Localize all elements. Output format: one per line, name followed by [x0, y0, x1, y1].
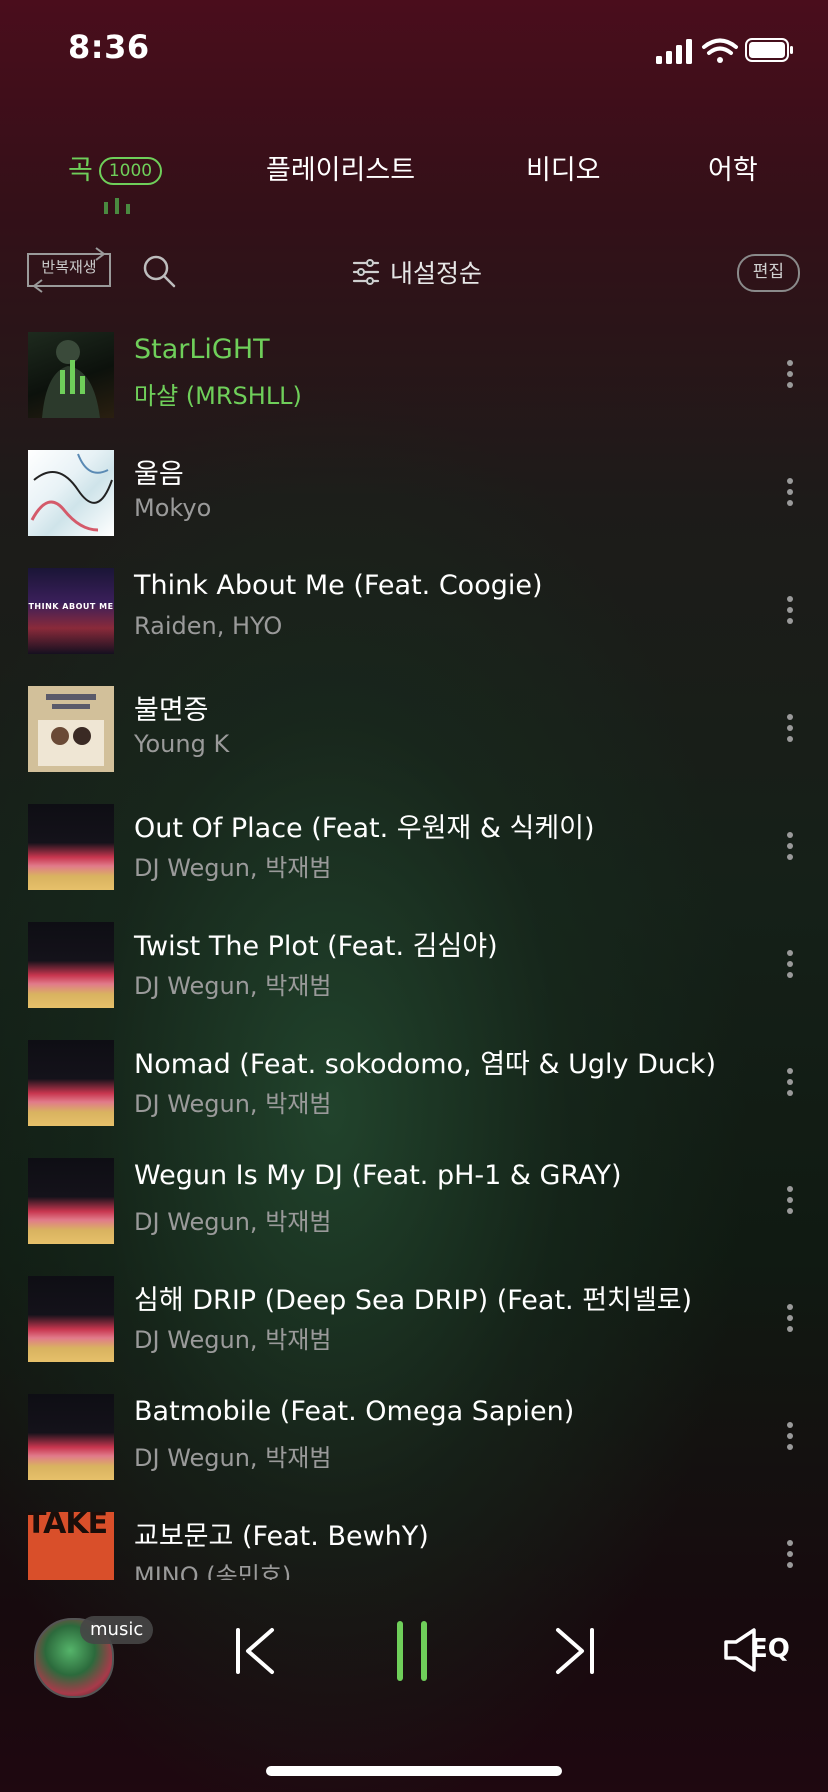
- more-options-icon[interactable]: [780, 596, 800, 632]
- song-artist: DJ Wegun, 박재범: [134, 1326, 332, 1354]
- song-list: StarLiGHT 마샬 (MRSHLL) 울음 Mokyo THINK ABO…: [0, 330, 828, 1580]
- cover-text: TAKE: [28, 1512, 108, 1541]
- song-title: 불면증: [134, 695, 209, 726]
- battery-icon: [745, 38, 793, 62]
- more-options-icon[interactable]: [780, 832, 800, 868]
- song-artist: Young K: [134, 730, 230, 758]
- song-row[interactable]: 불면증 Young K: [0, 684, 828, 802]
- equalizer-indicator-icon: [104, 198, 130, 214]
- album-cover: [28, 332, 114, 418]
- song-row[interactable]: 심해 DRIP (Deep Sea DRIP) (Feat. 펀치넬로) DJ …: [0, 1274, 828, 1392]
- mini-player: music EQ: [0, 1590, 828, 1710]
- cellular-signal-icon: [656, 39, 692, 64]
- song-artist: MINO (송민호): [134, 1562, 292, 1580]
- wifi-icon: [702, 38, 738, 63]
- song-artist: Raiden, HYO: [134, 612, 283, 640]
- song-row[interactable]: Out Of Place (Feat. 우원재 & 식케이) DJ Wegun,…: [0, 802, 828, 920]
- song-title: StarLiGHT: [134, 334, 270, 365]
- equalizer-button[interactable]: EQ: [722, 1626, 796, 1676]
- edit-button[interactable]: 편집: [736, 254, 800, 292]
- cover-text: THINK ABOUT ME: [28, 602, 114, 611]
- song-row[interactable]: THINK ABOUT ME Think About Me (Feat. Coo…: [0, 566, 828, 684]
- eq-label: EQ: [750, 1634, 790, 1664]
- song-title: Out Of Place (Feat. 우원재 & 식케이): [134, 813, 595, 844]
- song-title: 울음: [134, 459, 184, 490]
- more-options-icon[interactable]: [780, 360, 800, 396]
- now-playing-equalizer-icon: [42, 340, 100, 418]
- album-cover: [28, 922, 114, 1008]
- more-options-icon[interactable]: [780, 714, 800, 750]
- home-indicator[interactable]: [266, 1766, 562, 1776]
- music-badge: music: [80, 1616, 154, 1644]
- song-row[interactable]: Wegun Is My DJ (Feat. pH-1 & GRAY) DJ We…: [0, 1156, 828, 1274]
- album-cover: [28, 450, 114, 536]
- song-row[interactable]: TAKE 교보문고 (Feat. BewhY) MINO (송민호): [0, 1510, 828, 1580]
- repeat-play-label: 반복재생: [41, 258, 97, 276]
- song-row[interactable]: 울음 Mokyo: [0, 448, 828, 566]
- song-artist: 마샬 (MRSHLL): [134, 382, 302, 410]
- song-title: 심해 DRIP (Deep Sea DRIP) (Feat. 펀치넬로): [134, 1285, 693, 1316]
- song-count-badge: 1000: [98, 157, 163, 185]
- song-title: Wegun Is My DJ (Feat. pH-1 & GRAY): [134, 1160, 622, 1191]
- repeat-play-button[interactable]: 반복재생: [26, 244, 112, 296]
- album-cover: TAKE: [28, 1512, 114, 1580]
- status-icons: [656, 38, 793, 64]
- song-row[interactable]: Batmobile (Feat. Omega Sapien) DJ Wegun,…: [0, 1392, 828, 1510]
- sort-label: 내설정순: [390, 259, 483, 288]
- album-cover: THINK ABOUT ME: [28, 568, 114, 654]
- song-artist: DJ Wegun, 박재범: [134, 1090, 332, 1118]
- more-options-icon[interactable]: [780, 950, 800, 986]
- sort-filter-icon: [352, 259, 380, 285]
- next-track-icon[interactable]: [550, 1624, 598, 1678]
- song-title: Twist The Plot (Feat. 김심야): [134, 931, 498, 962]
- more-options-icon[interactable]: [780, 1422, 800, 1458]
- song-title: 교보문고 (Feat. BewhY): [134, 1521, 429, 1552]
- album-cover: [28, 1394, 114, 1480]
- more-options-icon[interactable]: [780, 1304, 800, 1340]
- more-options-icon[interactable]: [780, 1186, 800, 1222]
- previous-track-icon[interactable]: [232, 1624, 280, 1678]
- tab-playlists[interactable]: 플레이리스트: [266, 148, 415, 187]
- song-row[interactable]: Twist The Plot (Feat. 김심야) DJ Wegun, 박재범: [0, 920, 828, 1038]
- song-title: Think About Me (Feat. Coogie): [134, 570, 543, 601]
- tab-songs[interactable]: 곡 1000: [68, 148, 163, 187]
- search-icon[interactable]: [142, 254, 176, 288]
- more-options-icon[interactable]: [780, 478, 800, 514]
- tab-songs-label: 곡: [68, 155, 93, 186]
- song-artist: Mokyo: [134, 494, 212, 522]
- album-cover: [28, 1276, 114, 1362]
- album-cover: [28, 686, 114, 772]
- tab-videos[interactable]: 비디오: [526, 148, 601, 187]
- song-artist: DJ Wegun, 박재범: [134, 972, 332, 1000]
- more-options-icon[interactable]: [780, 1068, 800, 1104]
- song-title: Batmobile (Feat. Omega Sapien): [134, 1396, 575, 1427]
- song-artist: DJ Wegun, 박재범: [134, 1444, 332, 1472]
- song-artist: DJ Wegun, 박재범: [134, 1208, 332, 1236]
- album-cover: [28, 1158, 114, 1244]
- album-cover: [28, 804, 114, 890]
- tab-language[interactable]: 어학: [708, 148, 758, 187]
- more-options-icon[interactable]: [780, 1540, 800, 1576]
- sort-button[interactable]: 내설정순: [352, 252, 482, 292]
- status-time: 8:36: [68, 28, 150, 66]
- pause-icon[interactable]: [394, 1620, 430, 1682]
- song-title: Nomad (Feat. sokodomo, 염따 & Ugly Duck): [134, 1049, 716, 1080]
- song-row[interactable]: StarLiGHT 마샬 (MRSHLL): [0, 330, 828, 448]
- song-artist: DJ Wegun, 박재범: [134, 854, 332, 882]
- album-cover: [28, 1040, 114, 1126]
- song-row[interactable]: Nomad (Feat. sokodomo, 염따 & Ugly Duck) D…: [0, 1038, 828, 1156]
